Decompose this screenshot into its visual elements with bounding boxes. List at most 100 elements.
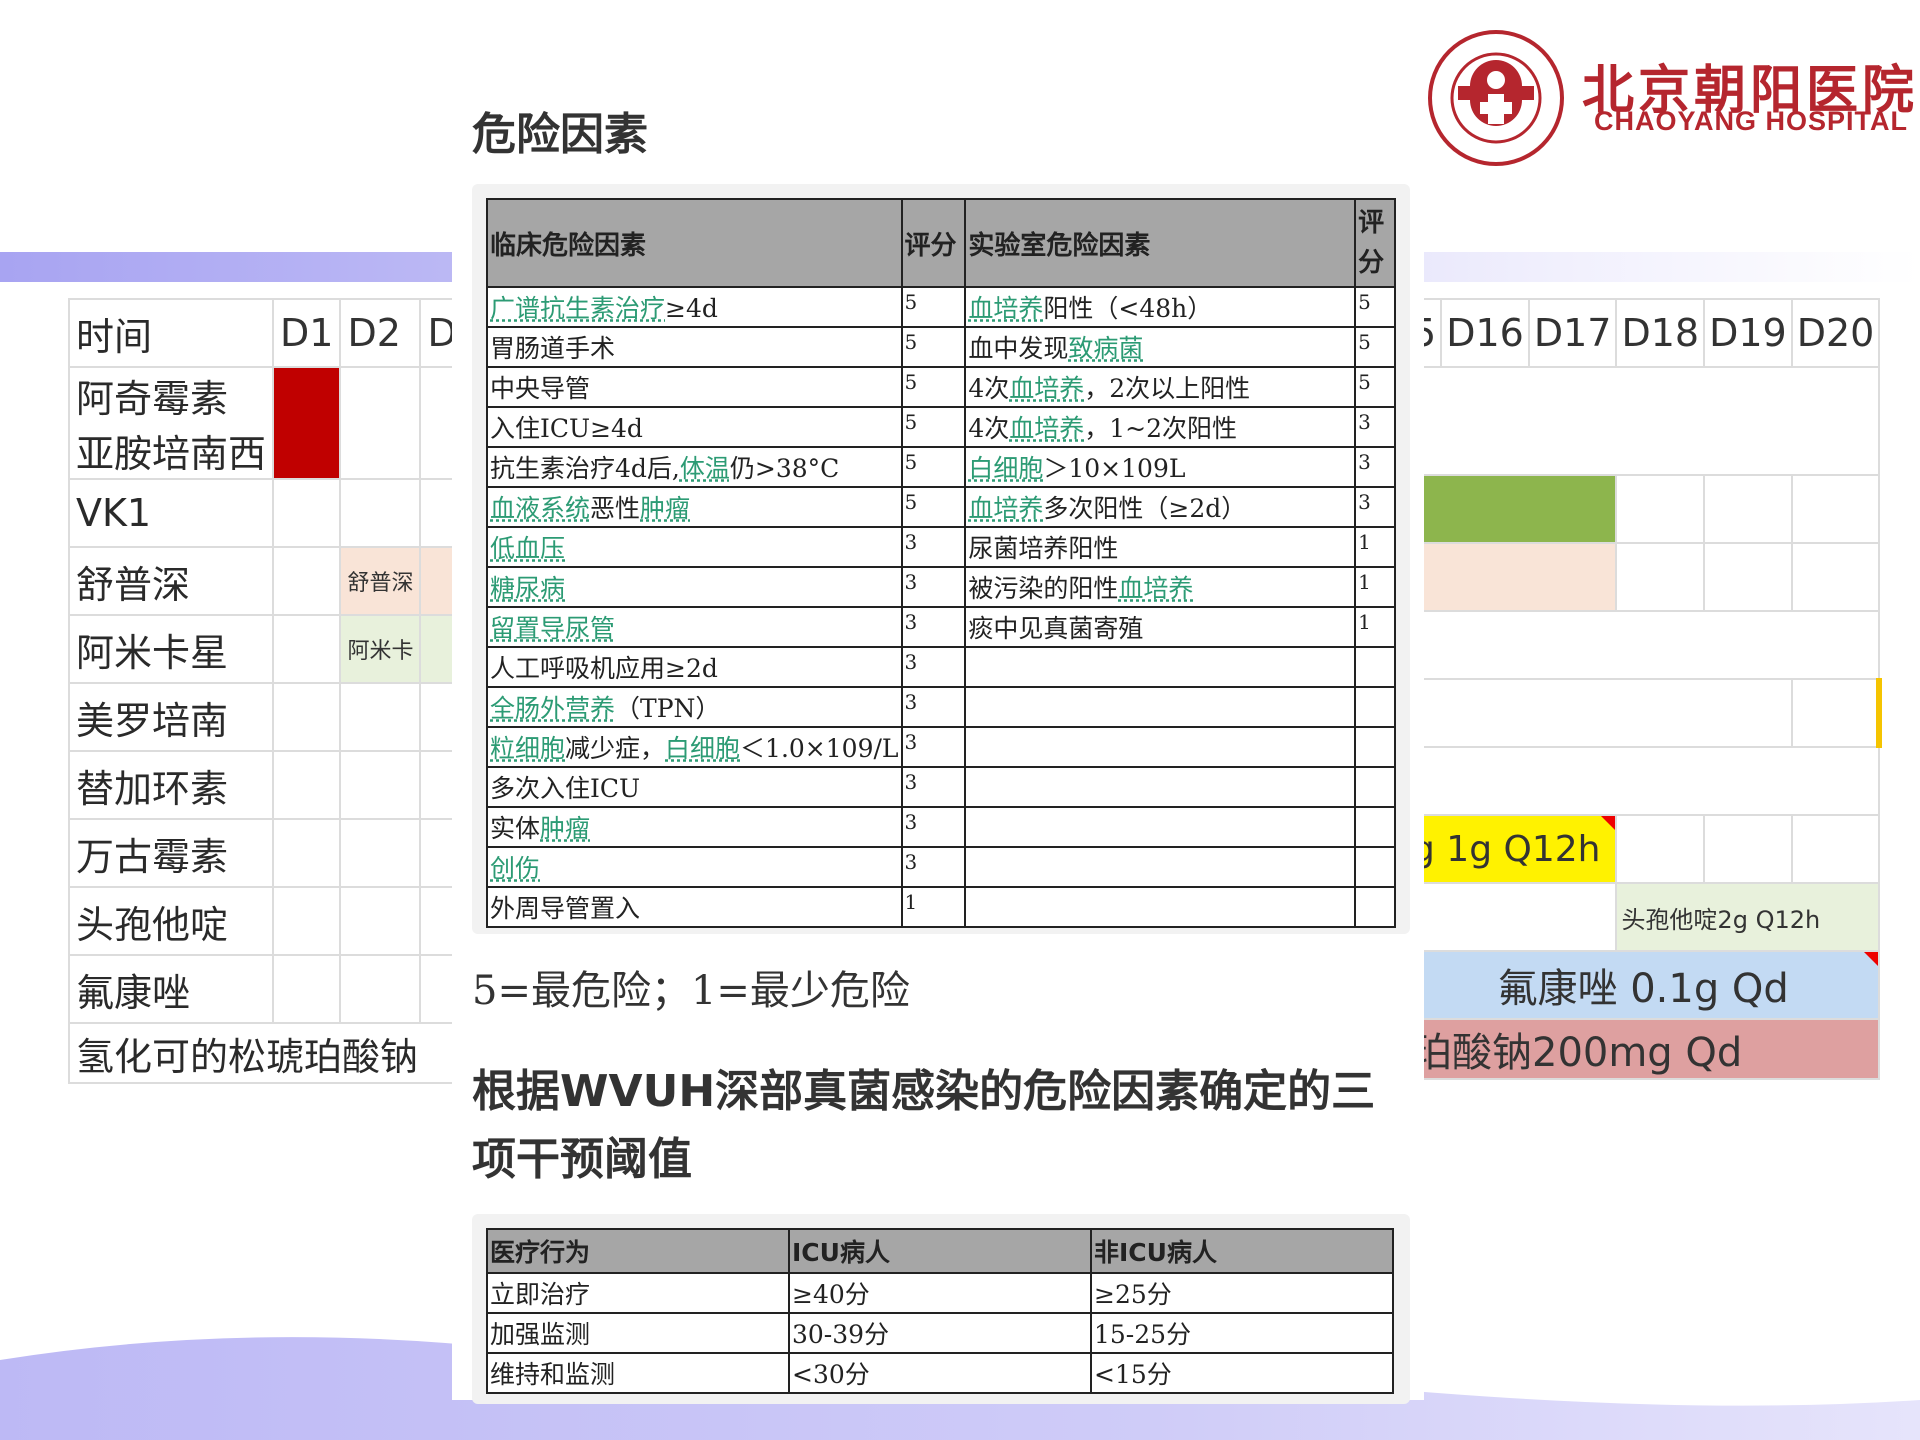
threshold-cell: ≥40分	[788, 1272, 1092, 1314]
score-cell	[1354, 886, 1396, 928]
score-cell: 5	[1354, 286, 1396, 328]
empty-cell	[339, 682, 422, 752]
score-cell: 5	[900, 446, 967, 488]
score-cell: 3	[1354, 406, 1396, 448]
risk-factor-cell: 糖尿病	[486, 566, 903, 608]
risk-factor-cell	[964, 726, 1357, 768]
dose-bar-label: 头孢他啶2g Q12h	[1615, 882, 1881, 952]
column-header: 临床危险因素	[486, 198, 903, 288]
page-title: 危险因素	[472, 109, 648, 160]
empty-cell	[1615, 814, 1706, 884]
table-header-row: 临床危险因素 评分 实验室危险因素 评分	[486, 198, 1396, 288]
action-cell: 立即治疗	[486, 1272, 790, 1314]
risk-factor-cell: 尿菌培养阳性	[964, 526, 1357, 568]
empty-cell	[1703, 542, 1793, 612]
empty-cell	[272, 818, 342, 888]
column-header: 评分	[900, 198, 967, 288]
risk-factor-cell: 被污染的阳性血培养	[964, 566, 1357, 608]
empty-cell	[339, 478, 422, 548]
drug-name: 阿米卡星	[67, 614, 275, 684]
table-row: 万古霉素	[67, 818, 465, 888]
risk-factor-cell: 多次入住ICU	[486, 766, 903, 808]
table-row: 广谱抗生素治疗≥4d 5 血培养阳性（<48h） 5	[486, 286, 1396, 328]
threshold-cell: 30-39分	[788, 1312, 1092, 1354]
risk-factor-cell: 血培养阳性（<48h）	[964, 286, 1357, 328]
score-cell: 5	[900, 366, 967, 408]
score-cell: 3	[1354, 446, 1396, 488]
score-cell: 3	[900, 846, 967, 888]
empty-cell	[1703, 474, 1793, 544]
schedule-grid-right: 5 D16 D17 D18 D19 D20 g 1g Q12h 头孢他啶2g Q…	[1405, 298, 1883, 1080]
empty-cell	[1405, 746, 1881, 816]
dose-bar-label: 珀酸钠200mg Qd	[1405, 1018, 1881, 1080]
schedule-header-day: D1	[272, 298, 342, 368]
empty-cell	[339, 366, 422, 480]
score-cell	[1354, 726, 1396, 768]
risk-factor-cell	[964, 806, 1357, 848]
table-row: 留置导尿管 3 痰中见真菌寄殖 1	[486, 606, 1396, 648]
risk-factor-cell: 中央导管	[486, 366, 903, 408]
dose-bar	[1405, 542, 1618, 612]
table-row: 糖尿病 3 被污染的阳性血培养 1	[486, 566, 1396, 608]
drug-name: 亚胺培南西	[67, 423, 275, 480]
risk-factor-cell	[964, 766, 1357, 808]
score-cell: 1	[1354, 566, 1396, 608]
risk-factor-cell: 全肠外营养（TPN）	[486, 686, 903, 728]
table-row	[1405, 366, 1881, 476]
table-row: 阿米卡星 阿米卡	[67, 614, 465, 684]
score-cell: 3	[900, 726, 967, 768]
empty-cell	[272, 886, 342, 956]
risk-factor-cell: 低血压	[486, 526, 903, 568]
action-cell: 加强监测	[486, 1312, 790, 1354]
threshold-cell: <15分	[1090, 1352, 1394, 1394]
empty-cell	[272, 954, 342, 1024]
score-cell: 3	[900, 766, 967, 808]
action-cell: 维持和监测	[486, 1352, 790, 1394]
drug-name: 美罗培南	[67, 682, 275, 752]
table-row: 血液系统恶性肿瘤 5 血培养多次阳性（≥2d） 3	[486, 486, 1396, 528]
table-row: 头孢他啶2g Q12h	[1405, 882, 1881, 952]
dose-bar-label: 舒普深	[339, 546, 422, 616]
score-cell	[1354, 766, 1396, 808]
dose-bar-label: g 1g Q12h	[1405, 814, 1618, 884]
score-cell: 3	[900, 806, 967, 848]
column-header: 医疗行为	[486, 1228, 790, 1274]
table-row	[1405, 542, 1881, 612]
table-row: 粒细胞减少症，白细胞＜1.0×109/L 3	[486, 726, 1396, 768]
score-note: 5=最危险；1=最少危险	[472, 968, 910, 1014]
risk-factor-cell: 4次血培养，1~2次阳性	[964, 406, 1357, 448]
score-cell: 3	[900, 646, 967, 688]
column-header: 实验室危险因素	[964, 198, 1357, 288]
empty-cell	[339, 750, 422, 820]
empty-cell	[272, 750, 342, 820]
table-row: 胃肠道手术 5 血中发现致病菌 5	[486, 326, 1396, 368]
schedule-header-day: D19	[1703, 298, 1793, 368]
risk-factor-cell: 留置导尿管	[486, 606, 903, 648]
score-cell: 3	[900, 566, 967, 608]
score-cell: 3	[900, 526, 967, 568]
empty-cell	[1406, 678, 1793, 748]
score-cell: 5	[1354, 366, 1396, 408]
table-row: 氟康唑	[67, 954, 465, 1024]
column-header: 非ICU病人	[1090, 1228, 1394, 1274]
empty-cell	[1703, 814, 1793, 884]
empty-cell	[339, 954, 422, 1024]
column-header: ICU病人	[788, 1228, 1092, 1274]
threshold-table-body: 立即治疗 ≥40分 ≥25分 加强监测 30-39分 15-25分 维持和监测 <30分 <15…	[486, 1272, 1394, 1394]
drug-name: 阿奇霉素	[67, 366, 275, 423]
empty-cell	[272, 614, 342, 684]
table-row: 创伤 3	[486, 846, 1396, 888]
risk-factor-cell	[964, 686, 1357, 728]
table-row: 多次入住ICU 3	[486, 766, 1396, 808]
table-row	[1405, 474, 1881, 544]
table-row: 抗生素治疗4d后,体温仍>38°C 5 白细胞＞10×109L 3	[486, 446, 1396, 488]
score-cell	[1354, 646, 1396, 688]
risk-factor-cell: 外周导管置入	[486, 886, 903, 928]
schedule-header-day: D17	[1527, 298, 1618, 368]
table-row: 5 D16 D17 D18 D19 D20	[1405, 298, 1881, 368]
empty-cell	[1405, 610, 1881, 680]
risk-factor-cell: 痰中见真菌寄殖	[964, 606, 1357, 648]
score-cell: 1	[1354, 606, 1396, 648]
table-row: 氟康唑 0.1g Qd	[1405, 950, 1881, 1020]
drug-name: 氟康唑	[67, 954, 275, 1024]
